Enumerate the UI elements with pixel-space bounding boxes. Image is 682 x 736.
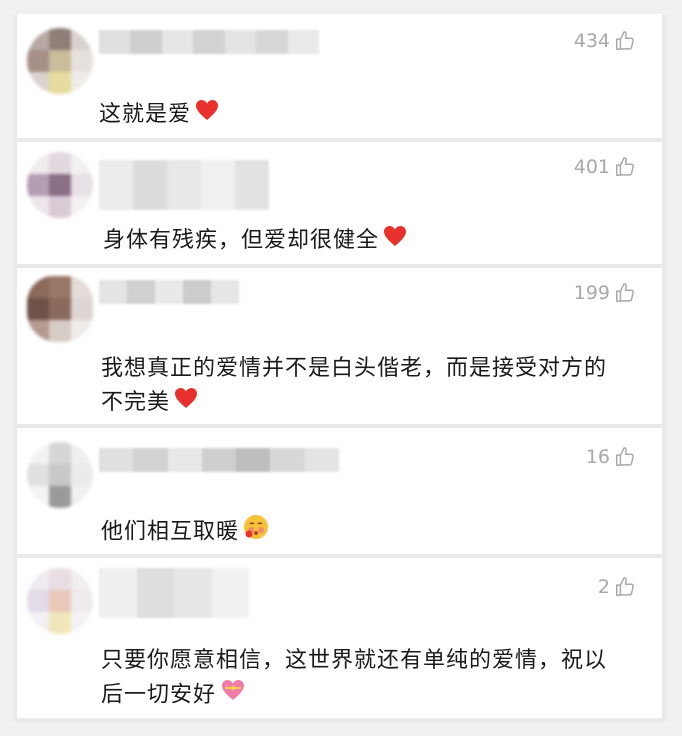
like-button[interactable]: 401 — [574, 156, 636, 178]
heart-with-ribbon-icon — [220, 678, 246, 713]
avatar[interactable] — [27, 152, 93, 218]
heart-icon — [174, 386, 198, 420]
comment-card: 434 这就是爱 — [17, 14, 662, 138]
avatar[interactable] — [27, 28, 93, 94]
thumbs-up-icon — [616, 577, 634, 596]
avatar[interactable] — [27, 568, 93, 634]
like-button[interactable]: 16 — [586, 446, 636, 468]
thumbs-up-icon — [616, 31, 634, 50]
like-button[interactable]: 2 — [598, 576, 636, 598]
like-button[interactable]: 199 — [574, 282, 636, 304]
username-blurred[interactable] — [99, 448, 339, 472]
comment-text: 身体有残疾，但爱却很健全 — [103, 224, 640, 258]
thumbs-up-icon — [616, 447, 634, 466]
comment-text: 这就是爱 — [99, 98, 640, 132]
username-blurred[interactable] — [99, 568, 249, 618]
comment-text: 他们相互取暖 — [101, 514, 640, 551]
like-count: 434 — [573, 30, 610, 52]
username-blurred[interactable] — [99, 30, 319, 54]
comment-card: 199 我想真正的爱情并不是白头偕老，而是接受对方的 不完美 — [17, 268, 662, 424]
heart-icon — [195, 98, 219, 132]
username-blurred[interactable] — [99, 280, 239, 304]
heart-icon — [383, 224, 407, 258]
like-button[interactable]: 434 — [574, 30, 636, 52]
avatar[interactable] — [27, 442, 93, 508]
avatar[interactable] — [27, 276, 93, 342]
thumbs-up-icon — [616, 283, 634, 302]
comment-card: 401 身体有残疾，但爱却很健全 — [17, 142, 662, 264]
like-count: 199 — [573, 282, 610, 304]
thumbs-up-icon — [616, 157, 634, 176]
like-count: 401 — [573, 156, 610, 178]
comment-card: 16 他们相互取暖 — [17, 428, 662, 554]
like-count: 16 — [585, 446, 610, 468]
like-count: 2 — [597, 576, 610, 598]
comment-text: 我想真正的爱情并不是白头偕老，而是接受对方的 不完美 — [101, 352, 640, 420]
comment-text: 只要你愿意相信，这世界就还有单纯的爱情，祝以 后一切安好 — [101, 644, 640, 713]
comment-card: 2 只要你愿意相信，这世界就还有单纯的爱情，祝以 后一切安好 — [17, 558, 662, 718]
username-blurred[interactable] — [99, 160, 269, 210]
blushing-face-icon — [243, 514, 269, 551]
